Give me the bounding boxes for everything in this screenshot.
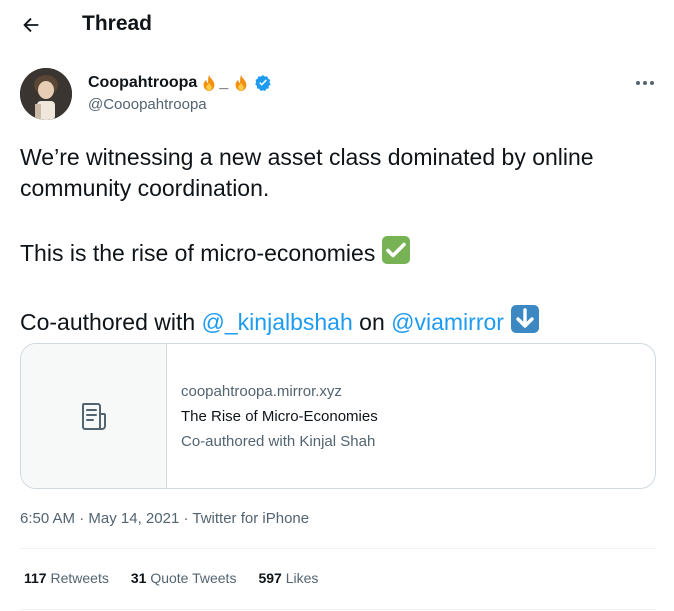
tweet-stats: 117 Retweets 31 Quote Tweets 597 Likes [24, 570, 340, 586]
author-name-separator: _ [219, 74, 229, 91]
tweet-text: We’re witnessing a new asset class domin… [20, 142, 640, 342]
more-horizontal-icon [636, 81, 654, 85]
divider [20, 548, 656, 549]
tweet-line-3-middle: on [352, 309, 392, 335]
author-handle[interactable]: @Cooopahtroopa [88, 96, 207, 113]
tweet-source[interactable]: Twitter for iPhone [192, 510, 309, 527]
quote-tweets-label: Quote Tweets [150, 570, 237, 586]
tweet-date[interactable]: May 14, 2021 [88, 510, 179, 527]
tweet-line-3: Co-authored with @_kinjalbshah on @viami… [20, 304, 640, 342]
tweet-line-2: This is the rise of micro-economies [20, 235, 640, 273]
card-thumbnail [21, 344, 167, 488]
mention-viamirror-link[interactable]: @viamirror [391, 309, 504, 335]
author-display-name[interactable]: Coopahtroopa [88, 74, 197, 92]
quote-tweets-count: 31 [130, 570, 147, 586]
fire-icon [232, 74, 250, 92]
tweet-meta: 6:50 AM · May 14, 2021 · Twitter for iPh… [20, 510, 309, 527]
divider [20, 609, 656, 610]
more-options-button[interactable] [628, 68, 662, 98]
meta-separator: · [79, 510, 85, 527]
document-icon [81, 403, 106, 430]
avatar[interactable] [20, 68, 72, 120]
back-button[interactable] [16, 10, 46, 40]
verified-badge-icon [254, 74, 272, 92]
tweet-line-2-text: This is the rise of micro-economies [20, 240, 376, 266]
arrow-left-icon [23, 17, 39, 33]
card-title: The Rise of Micro-Economies [181, 407, 378, 425]
link-preview-card[interactable]: coopahtroopa.mirror.xyz The Rise of Micr… [20, 343, 656, 489]
tweet-time[interactable]: 6:50 AM [20, 510, 75, 527]
likes-stat[interactable]: 597 Likes [258, 570, 318, 586]
card-description: Co-authored with Kinjal Shah [181, 432, 376, 450]
author-name-row: Coopahtroopa _ [88, 72, 272, 94]
retweets-stat[interactable]: 117 Retweets [24, 570, 109, 586]
likes-count: 597 [258, 570, 282, 586]
fire-icon [200, 74, 218, 92]
retweets-count: 117 [24, 570, 47, 586]
retweets-label: Retweets [50, 570, 109, 586]
down-arrow-button-icon [510, 304, 540, 342]
mention-kinjalbshah-link[interactable]: @_kinjalbshah [202, 309, 353, 335]
tweet-line-1: We’re witnessing a new asset class domin… [20, 144, 594, 201]
page-title: Thread [82, 12, 153, 35]
quote-tweets-stat[interactable]: 31 Quote Tweets [131, 570, 237, 586]
card-domain: coopahtroopa.mirror.xyz [181, 382, 342, 400]
card-body: coopahtroopa.mirror.xyz The Rise of Micr… [167, 344, 378, 488]
check-mark-button-icon [381, 235, 411, 273]
thread-header: Thread [0, 0, 674, 50]
tweet-line-3-prefix: Co-authored with [20, 309, 202, 335]
likes-label: Likes [285, 570, 319, 586]
meta-separator: · [183, 510, 189, 527]
